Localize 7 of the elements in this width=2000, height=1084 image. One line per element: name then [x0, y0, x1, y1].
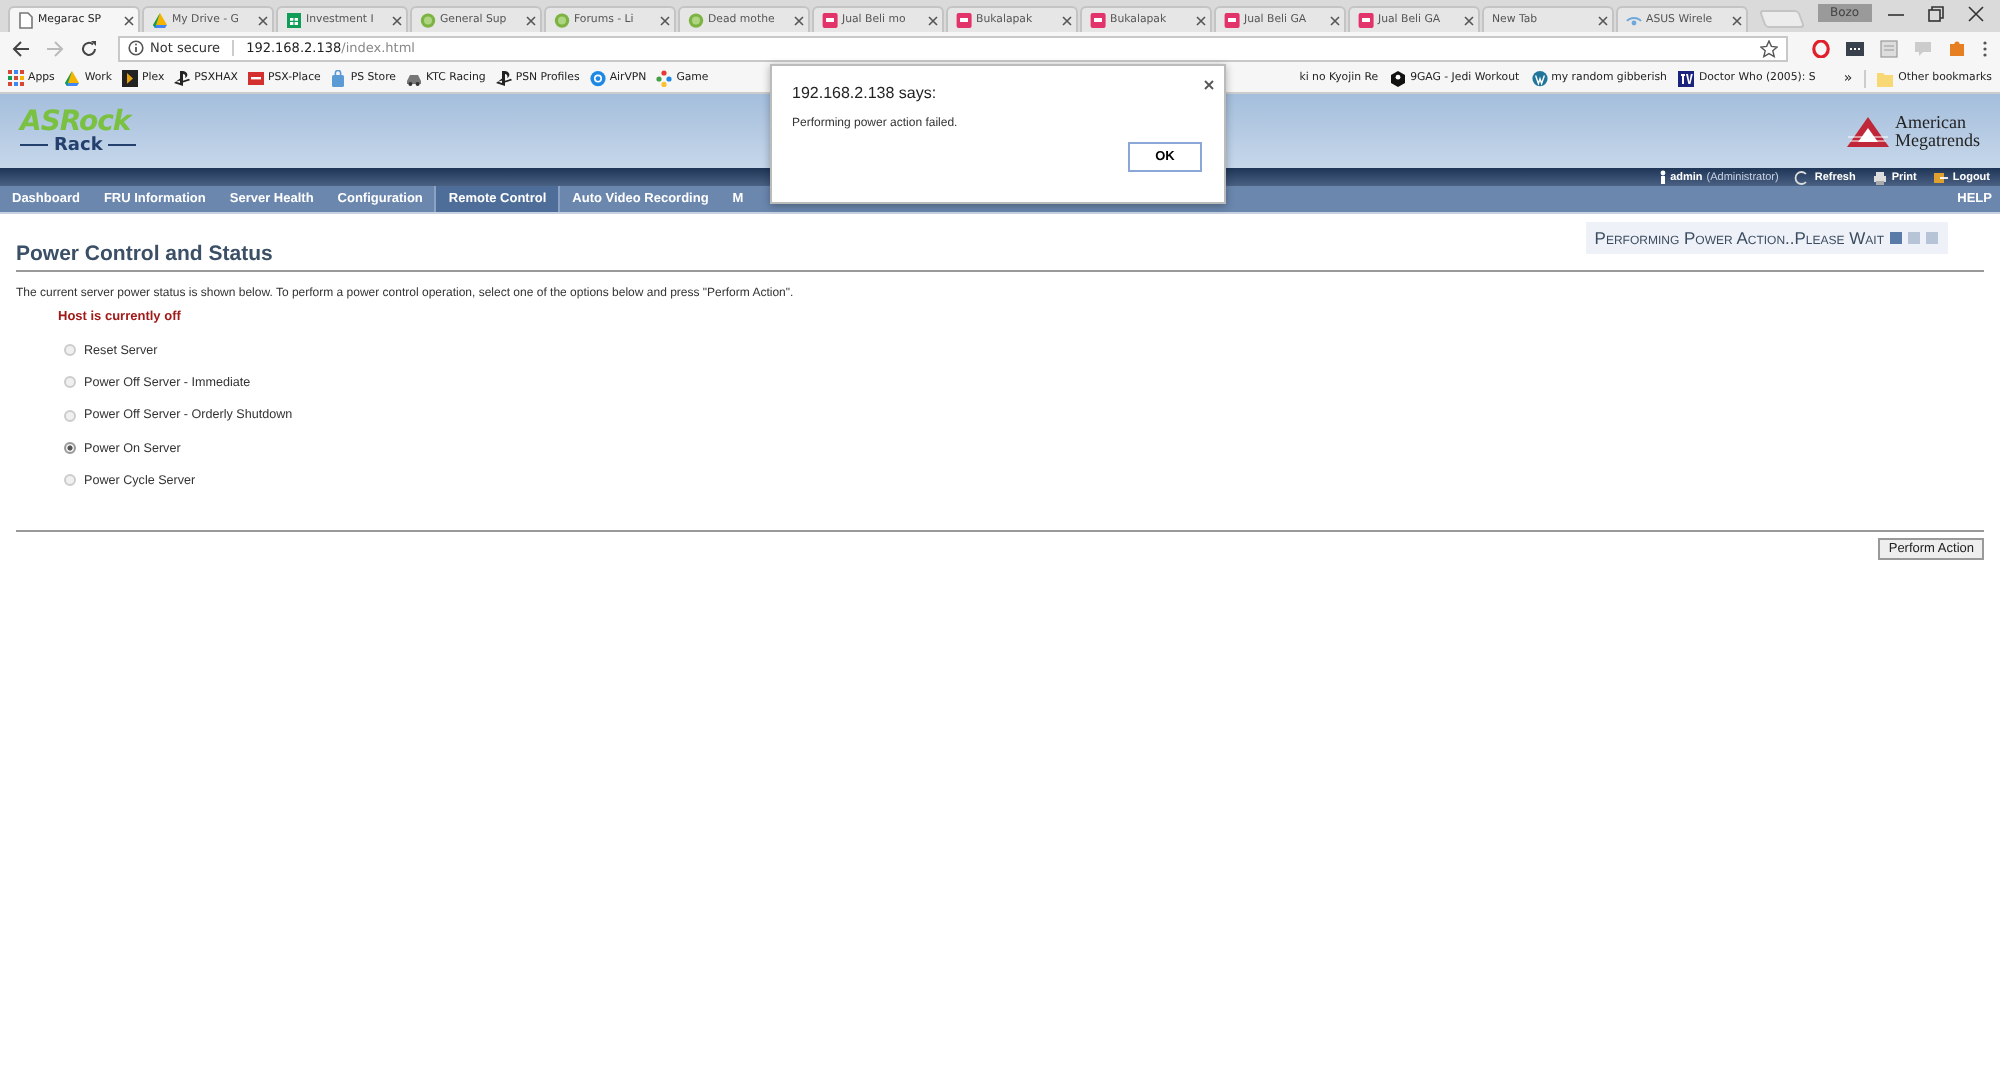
- brand-logo-text: ASRock: [20, 107, 131, 135]
- vendor-name: American: [1895, 113, 1968, 131]
- page-title: Power Control and Status: [16, 242, 273, 266]
- vendor-name: Megatrends: [1895, 131, 1980, 149]
- dialog-title: 192.168.2.138 says:: [792, 84, 939, 102]
- brand-logo-subtext: Rack: [54, 135, 103, 155]
- status-message: Performing Power Action..Please Wait: [1594, 228, 1884, 248]
